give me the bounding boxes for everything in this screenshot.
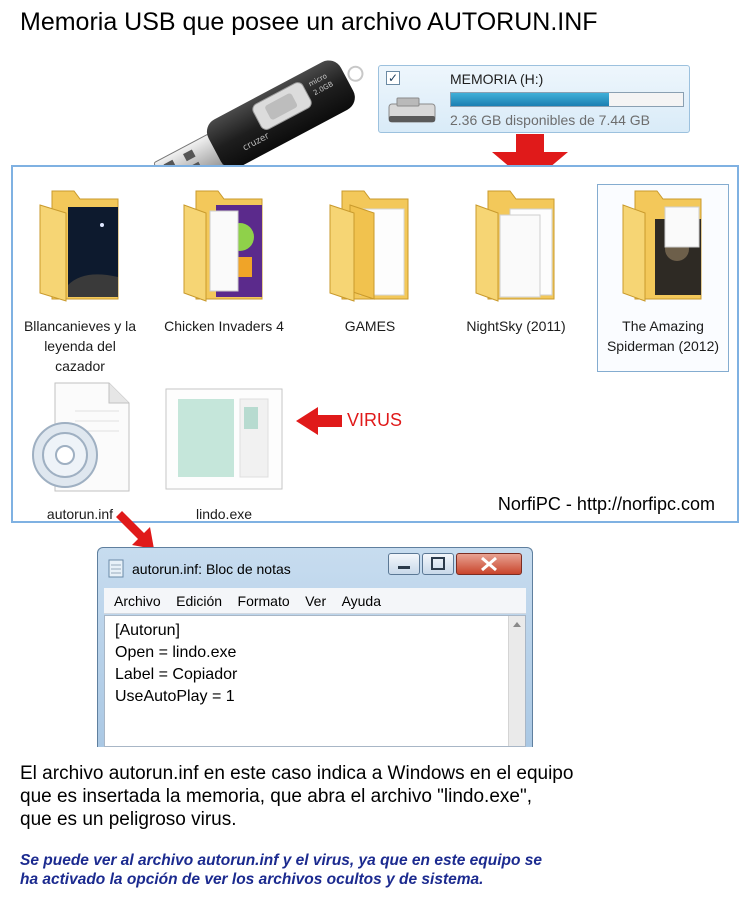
notepad-menubar: Archivo Edición Formato Ver Ayuda [104,588,526,614]
scroll-up-icon[interactable] [513,622,521,627]
close-button[interactable] [456,553,522,575]
explorer-panel: Bllancanieves y la leyenda del cazador C… [11,165,739,523]
text-line: Open = lindo.exe [115,644,237,661]
description-line: que es insertada la memoria, que abra el… [20,786,532,807]
notepad-titlebar: autorun.inf: Bloc de notas [98,548,532,586]
folder-item-selected[interactable]: The Amazing Spiderman (2012) [597,184,729,372]
text-line: UseAutoPlay = 1 [115,688,235,705]
red-arrow-diagonal-icon [116,511,154,549]
notepad-text-area[interactable]: [Autorun] Open = lindo.exe Label = Copia… [104,615,526,747]
page-title: Memoria USB que posee un archivo AUTORUN… [20,8,598,36]
notepad-title: autorun.inf: Bloc de notas [132,561,291,577]
settings-file-icon [32,382,130,492]
item-label: Chicken Invaders 4 [164,318,284,334]
drive-free-space: 2.36 GB disponibles de 7.44 GB [450,112,651,128]
drive-tile[interactable]: ✓ MEMORIA (H:) 2.36 GB disponibles de 7.… [378,65,690,133]
notepad-content: [Autorun] Open = lindo.exe Label = Copia… [115,620,237,708]
note-text: Se puede ver al archivo autorun.inf y el… [20,851,735,889]
watermark-text: NorfiPC - http://norfipc.com [497,494,715,514]
item-label: The Amazing Spiderman (2012) [606,318,720,354]
folder-item[interactable]: Bllancanieves y la leyenda del cazador [19,185,141,376]
drive-name: MEMORIA (H:) [450,71,544,87]
folder-icon [183,190,263,302]
executable-icon [165,388,283,490]
drive-usage-bar [450,92,684,107]
maximize-icon [431,557,445,570]
menu-item-formato[interactable]: Formato [238,588,290,614]
item-label: lindo.exe [195,506,253,522]
virus-label: VIRUS [347,410,403,430]
menu-item-edicion[interactable]: Edición [176,588,222,614]
drive-usage-fill [451,93,609,106]
note-line: Se puede ver al archivo autorun.inf y el… [20,852,543,869]
notepad-icon [108,559,124,578]
folder-item[interactable]: NightSky (2011) [455,185,577,336]
folder-item[interactable]: GAMES [309,185,431,336]
red-arrow-left-icon [296,407,342,435]
vertical-scrollbar[interactable] [508,616,525,746]
description-line: que es un peligroso virus. [20,809,237,830]
minimize-button[interactable] [388,553,420,575]
menu-item-archivo[interactable]: Archivo [114,588,161,614]
usb-drive-icon [388,97,436,123]
close-icon [481,556,497,572]
menu-item-ayuda[interactable]: Ayuda [342,588,381,614]
drive-checkbox[interactable]: ✓ [386,71,400,85]
folder-icon [475,190,555,302]
maximize-button[interactable] [422,553,454,575]
folder-icon [329,190,409,302]
text-line: [Autorun] [115,622,180,639]
folder-icon [622,190,702,302]
file-item[interactable]: autorun.inf [19,381,141,524]
minimize-icon [398,566,410,569]
folder-icon [39,190,119,302]
item-label: GAMES [344,318,396,334]
menu-item-ver[interactable]: Ver [305,588,326,614]
description-line: El archivo autorun.inf en este caso indi… [20,763,574,784]
notepad-window: autorun.inf: Bloc de notas Archivo Edici… [97,547,533,747]
file-item[interactable]: lindo.exe [161,385,287,524]
text-line: Label = Copiador [115,666,238,683]
folder-item[interactable]: Chicken Invaders 4 [163,185,285,336]
description-text: El archivo autorun.inf en este caso indi… [20,762,720,831]
item-label: Bllancanieves y la leyenda del cazador [23,318,137,374]
note-line: ha activado la opción de ver los archivo… [20,871,484,888]
item-label: NightSky (2011) [466,318,566,334]
